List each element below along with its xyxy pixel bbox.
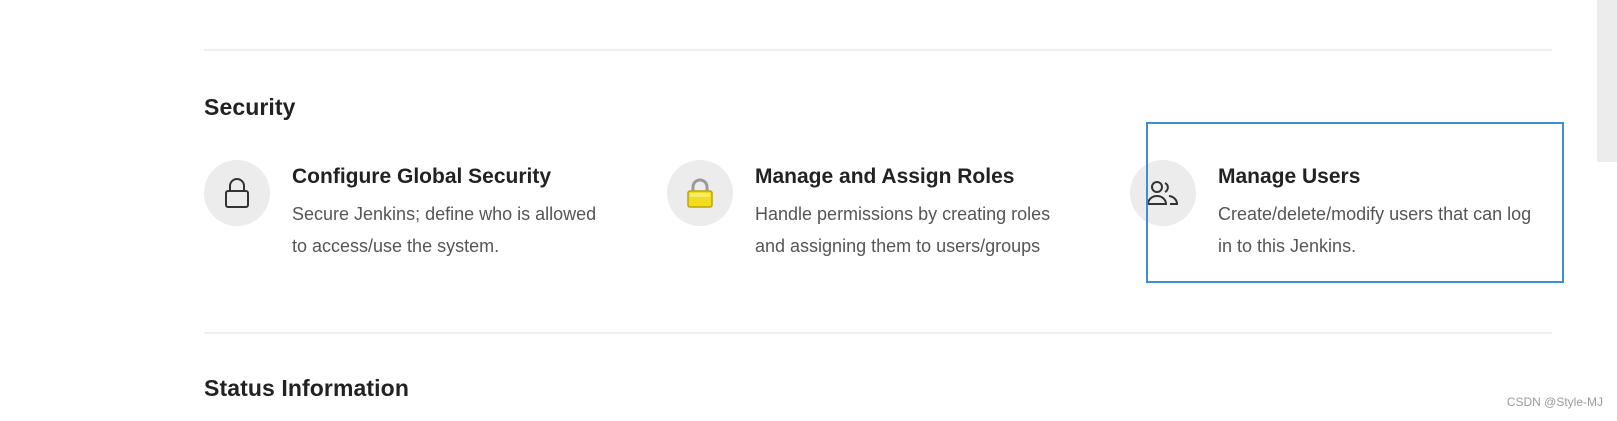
configure-global-security-title[interactable]: Configure Global Security bbox=[292, 165, 551, 189]
manage-users-title[interactable]: Manage Users bbox=[1218, 165, 1360, 189]
yellow-padlock-icon bbox=[667, 160, 733, 226]
configure-global-security-description: Secure Jenkins; define who is allowed to… bbox=[292, 204, 597, 256]
scrollbar-thumb[interactable] bbox=[1597, 0, 1617, 162]
configure-global-security-tile[interactable]: Configure Global Security Secure Jenkins… bbox=[204, 160, 644, 270]
status-information-section-title: Status Information bbox=[204, 375, 409, 401]
padlock-outline-icon bbox=[204, 160, 270, 226]
section-divider-top bbox=[204, 49, 1552, 51]
manage-assign-roles-description: Handle permissions by creating roles and… bbox=[755, 204, 1051, 256]
users-icon bbox=[1130, 160, 1196, 226]
manage-users-tile[interactable]: Manage Users Create/delete/modify users … bbox=[1130, 160, 1570, 270]
manage-users-description: Create/delete/modify users that can log … bbox=[1218, 204, 1532, 256]
manage-assign-roles-title[interactable]: Manage and Assign Roles bbox=[755, 165, 1014, 189]
watermark: CSDN @Style-MJ bbox=[1506, 395, 1603, 409]
security-section-title: Security bbox=[204, 94, 296, 120]
manage-jenkins-page: Security Configure Global Security Secur… bbox=[0, 0, 1617, 421]
manage-assign-roles-tile[interactable]: Manage and Assign Roles Handle permissio… bbox=[667, 160, 1107, 270]
section-divider-middle bbox=[204, 332, 1552, 334]
